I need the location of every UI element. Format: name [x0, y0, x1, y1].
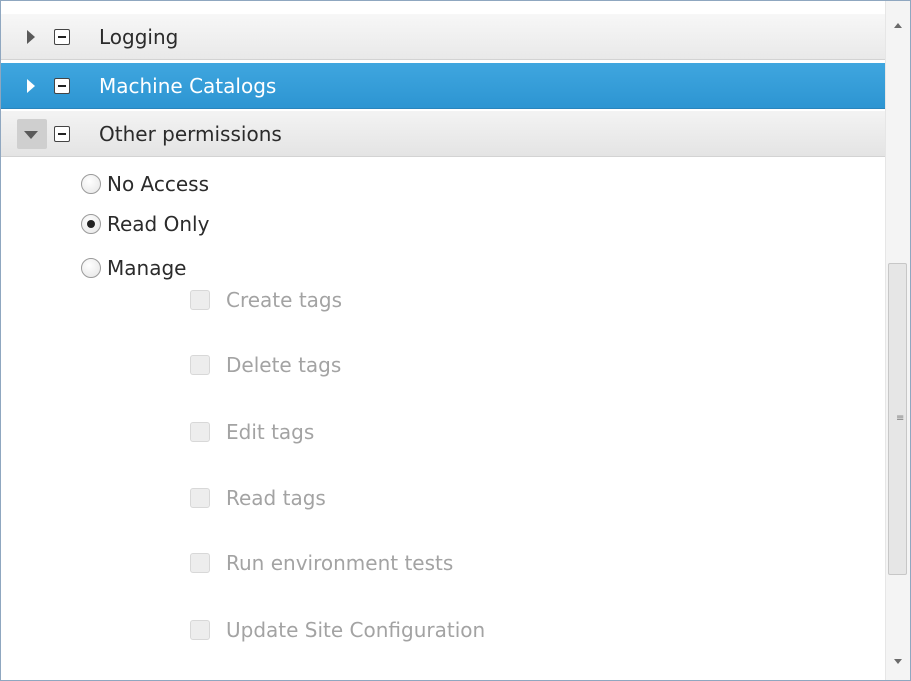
checkbox-disabled[interactable]	[190, 422, 210, 442]
radio-label: Manage	[107, 256, 187, 280]
collapse-arrow-icon[interactable]	[24, 131, 38, 139]
checkbox-disabled[interactable]	[190, 355, 210, 375]
permission-checkbox-row: Edit tags	[190, 417, 314, 447]
scroll-up-arrow-icon[interactable]	[894, 23, 902, 28]
permission-checkbox-row: Update Site Configuration	[190, 615, 485, 645]
permission-checkbox-row: Create tags	[190, 285, 342, 315]
category-row-other-permissions[interactable]: Other permissions	[1, 111, 885, 157]
radio-button[interactable]	[81, 174, 101, 194]
category-label: Machine Catalogs	[99, 74, 277, 98]
category-label: Other permissions	[99, 122, 282, 146]
radio-option-manage[interactable]: Manage	[81, 253, 186, 283]
permission-checkbox-row: Run environment tests	[190, 548, 453, 578]
vertical-scrollbar[interactable]: ≡	[885, 1, 910, 680]
radio-button-checked[interactable]	[81, 214, 101, 234]
scroll-down-arrow-icon[interactable]	[894, 659, 902, 664]
permission-label: Create tags	[226, 288, 343, 312]
checkbox-disabled[interactable]	[190, 290, 210, 310]
checkbox-disabled[interactable]	[190, 488, 210, 508]
category-label: Logging	[99, 25, 179, 49]
radio-button[interactable]	[81, 258, 101, 278]
radio-option-read-only[interactable]: Read Only	[81, 209, 209, 239]
radio-label: Read Only	[107, 212, 210, 236]
grip-icon: ≡	[896, 413, 905, 424]
expand-arrow-icon[interactable]	[27, 79, 35, 93]
collapse-toggle-icon[interactable]	[54, 126, 70, 142]
permission-label: Run environment tests	[226, 551, 454, 575]
radio-option-no-access[interactable]: No Access	[81, 169, 209, 199]
radio-label: No Access	[107, 172, 210, 196]
permission-checkbox-row: Read tags	[190, 483, 326, 513]
permissions-tree: Logging Machine Catalogs Other permissio…	[1, 1, 885, 680]
permission-label: Delete tags	[226, 353, 342, 377]
permissions-panel: Logging Machine Catalogs Other permissio…	[0, 0, 911, 681]
checkbox-disabled[interactable]	[190, 620, 210, 640]
permission-label: Edit tags	[226, 420, 315, 444]
collapse-toggle-icon[interactable]	[54, 29, 70, 45]
checkbox-disabled[interactable]	[190, 553, 210, 573]
category-row-logging[interactable]: Logging	[1, 14, 885, 60]
expand-arrow-icon[interactable]	[27, 30, 35, 44]
collapse-toggle-icon[interactable]	[54, 78, 70, 94]
permission-label: Update Site Configuration	[226, 618, 486, 642]
permission-label: Read tags	[226, 486, 326, 510]
category-row-machine-catalogs[interactable]: Machine Catalogs	[1, 63, 885, 109]
permission-checkbox-row: Delete tags	[190, 350, 341, 380]
scrollbar-thumb[interactable]: ≡	[888, 263, 907, 575]
